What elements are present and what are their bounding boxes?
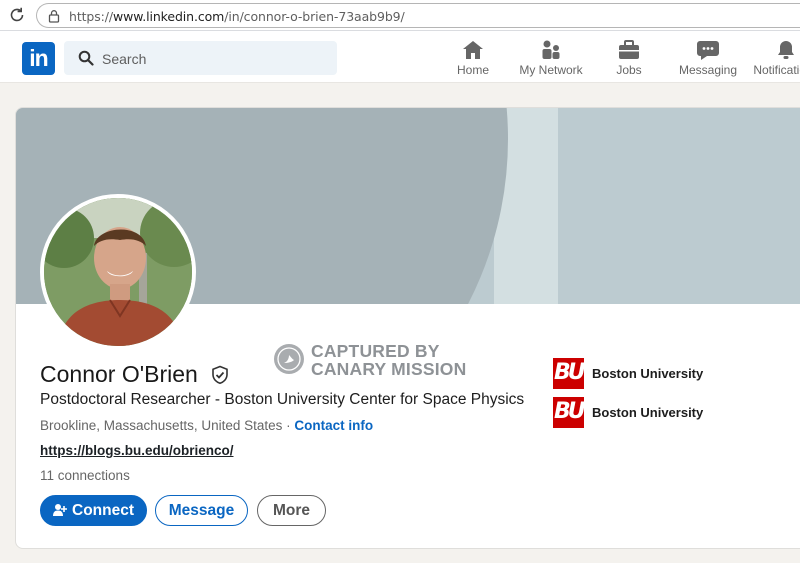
browser-toolbar: https://www.linkedin.com/in/connor-o-bri… (0, 0, 800, 31)
briefcase-icon (619, 40, 639, 59)
network-icon (542, 40, 560, 59)
separator-dot: · (282, 418, 295, 433)
education-name: Boston University (592, 366, 704, 381)
nav-home[interactable]: Home (435, 39, 511, 79)
education-name: Boston University (592, 405, 704, 420)
nav-notifications-label: Notifications (753, 63, 800, 77)
nav-jobs[interactable]: Jobs (591, 39, 667, 79)
search-placeholder: Search (102, 51, 147, 67)
search-icon (78, 50, 94, 66)
nav-jobs-label: Jobs (616, 63, 642, 77)
profile-card: CAPTURED BY CANARY MISSION Connor O'Brie… (15, 107, 800, 549)
nav-messaging-label: Messaging (678, 63, 738, 77)
nav-messaging[interactable]: Messaging (670, 39, 746, 79)
nav-my-network-label: My Network (519, 63, 583, 77)
connect-label: Connect (72, 502, 134, 519)
profile-headline: Postdoctoral Researcher - Boston Univers… (40, 391, 525, 408)
profile-location: Brookline, Massachusetts, United States (40, 418, 283, 433)
canary-logo-icon (274, 344, 304, 374)
connect-button[interactable]: Connect (40, 495, 147, 526)
connections-count: 11 connections (40, 468, 130, 483)
nav-notifications[interactable]: Notifications (748, 39, 800, 79)
nav-my-network[interactable]: My Network (513, 39, 589, 79)
profile-name: Connor O'Brien (40, 361, 198, 387)
watermark-text: CAPTURED BY CANARY MISSION (311, 341, 467, 379)
messaging-icon (697, 41, 719, 60)
reload-icon[interactable] (8, 6, 26, 24)
message-button[interactable]: Message (155, 495, 248, 526)
location-row: Brookline, Massachusetts, United States … (40, 418, 373, 433)
avatar-photo (40, 194, 196, 350)
boston-university-logo: BU (553, 358, 584, 389)
home-icon (463, 41, 483, 59)
education-item[interactable]: BU Boston University (553, 397, 753, 429)
boston-university-logo: BU (553, 397, 584, 428)
linkedin-logo[interactable]: in (22, 42, 55, 75)
bell-icon (778, 41, 794, 59)
contact-info-link[interactable]: Contact info (294, 418, 373, 433)
nav-home-label: Home (456, 63, 489, 77)
website-link[interactable]: https://blogs.bu.edu/obrienco/ (40, 443, 234, 458)
address-bar[interactable]: https://www.linkedin.com/in/connor-o-bri… (36, 3, 800, 28)
lock-icon[interactable] (47, 9, 61, 23)
url-text: https://www.linkedin.com/in/connor-o-bri… (69, 9, 405, 24)
linkedin-header: in Search Home My Network Jobs Messaging… (0, 31, 800, 83)
avatar[interactable] (40, 194, 196, 350)
add-person-icon (53, 504, 67, 516)
education-item[interactable]: BU Boston University (553, 358, 753, 390)
search-input[interactable]: Search (64, 41, 337, 75)
verified-shield-icon[interactable] (210, 365, 230, 385)
more-button[interactable]: More (257, 495, 326, 526)
